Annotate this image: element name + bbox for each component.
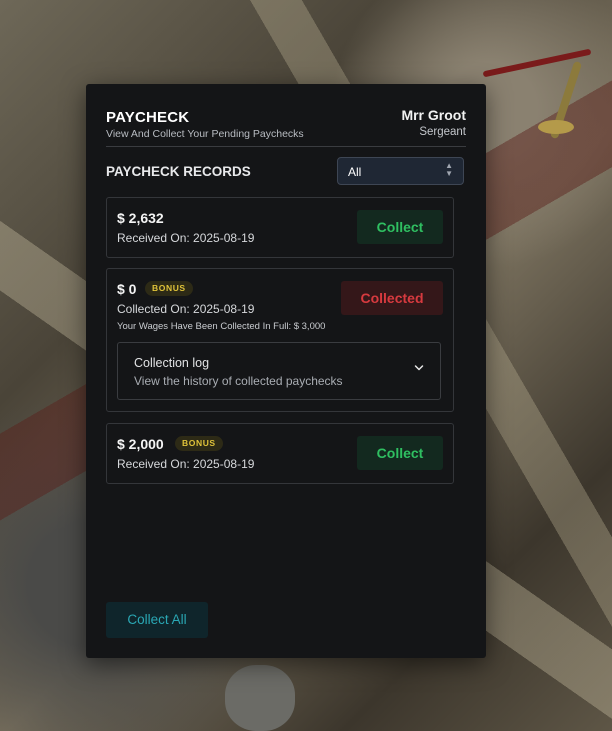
collected-button[interactable]: Collected — [341, 281, 443, 315]
paycheck-amount: $ 2,632 — [117, 210, 164, 226]
records-filter-select[interactable]: All ▲ ▼ — [337, 157, 464, 185]
paycheck-card: $ 2,000 BONUS Received On: 2025-08-19 Co… — [106, 423, 454, 484]
paycheck-amount: $ 0 — [117, 281, 137, 297]
user-rank: Sergeant — [419, 126, 466, 138]
background-post — [549, 60, 583, 140]
background-stand — [538, 120, 574, 134]
panel-header: PAYCHECK View And Collect Your Pending P… — [106, 106, 466, 147]
paycheck-date: Received On: 2025-08-19 — [117, 231, 255, 245]
background-rope — [482, 48, 592, 78]
paycheck-panel: PAYCHECK View And Collect Your Pending P… — [86, 84, 486, 658]
collect-all-button[interactable]: Collect All — [106, 602, 208, 638]
collection-log-description: View the history of collected paychecks — [134, 374, 343, 388]
paycheck-card: $ 0 BONUS Collected On: 2025-08-19 Your … — [106, 268, 454, 412]
chevron-down-icon — [414, 365, 424, 371]
paycheck-card: $ 2,632 Received On: 2025-08-19 Collect — [106, 197, 454, 258]
user-name: Mrr Groot — [401, 107, 466, 123]
paycheck-note: Your Wages Have Been Collected In Full: … — [117, 321, 326, 332]
page-subtitle: View And Collect Your Pending Paychecks — [106, 128, 304, 140]
collection-log-title: Collection log — [134, 356, 210, 370]
background-base — [225, 665, 295, 731]
bonus-badge: BONUS — [175, 436, 223, 451]
paycheck-amount: $ 2,000 — [117, 436, 164, 452]
filter-selected-value: All — [348, 165, 362, 179]
paycheck-date: Received On: 2025-08-19 — [117, 457, 255, 471]
select-arrows-icon: ▲ ▼ — [445, 161, 453, 178]
collect-button[interactable]: Collect — [357, 436, 443, 470]
records-heading: PAYCHECK RECORDS — [106, 164, 251, 179]
collection-log-accordion[interactable]: Collection log View the history of colle… — [117, 342, 441, 400]
page-title: PAYCHECK — [106, 109, 190, 126]
paycheck-date: Collected On: 2025-08-19 — [117, 302, 255, 316]
collect-button[interactable]: Collect — [357, 210, 443, 244]
bonus-badge: BONUS — [145, 281, 193, 296]
